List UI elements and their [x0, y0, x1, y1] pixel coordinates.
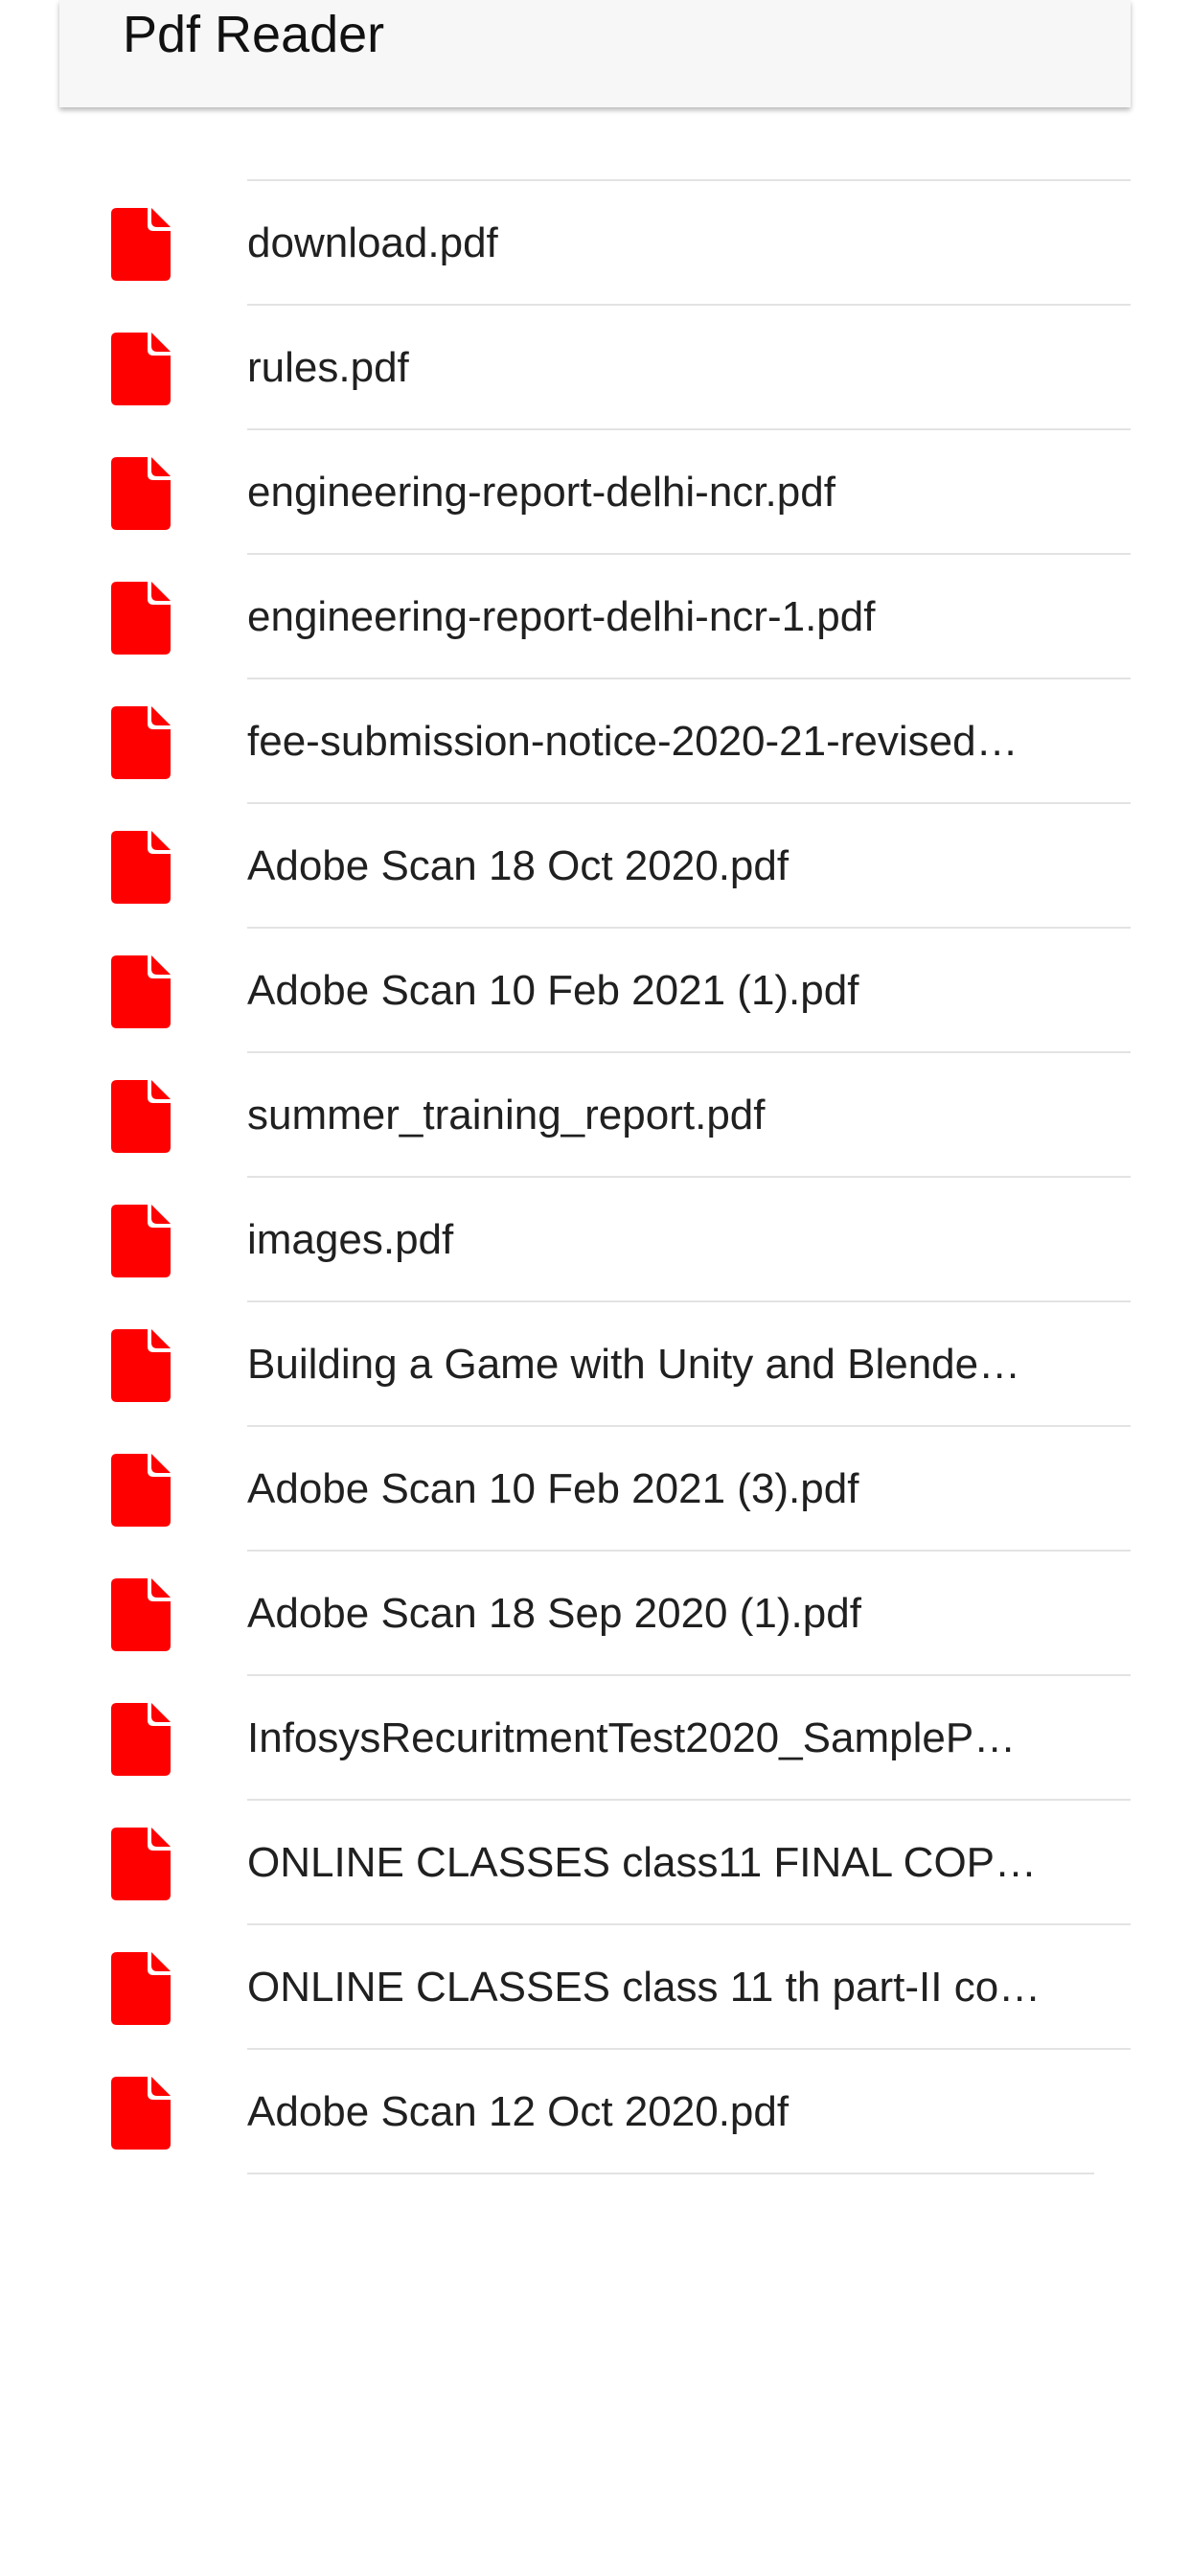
row-divider	[247, 2173, 1094, 2174]
file-name: engineering-report-delhi-ncr.pdf	[247, 469, 835, 516]
file-name: images.pdf	[247, 1216, 454, 1263]
file-name: Adobe Scan 12 Oct 2020.pdf	[247, 2088, 790, 2135]
file-list-item[interactable]: Adobe Scan 10 Feb 2021 (3).pdf	[59, 1427, 1131, 1552]
pdf-file-icon	[111, 1329, 171, 1402]
file-list-item[interactable]: Adobe Scan 10 Feb 2021 (1).pdf	[59, 929, 1131, 1053]
pdf-file-icon	[111, 582, 171, 655]
file-name: engineering-report-delhi-ncr-1.pdf	[247, 593, 876, 640]
file-name: Adobe Scan 10 Feb 2021 (1).pdf	[247, 967, 859, 1014]
file-name: Adobe Scan 18 Sep 2020 (1).pdf	[247, 1590, 861, 1637]
pdf-file-icon	[111, 955, 171, 1028]
pdf-file-icon	[111, 208, 171, 281]
pdf-file-icon	[111, 1080, 171, 1153]
app-title: Pdf Reader	[123, 6, 385, 63]
pdf-file-icon	[111, 1205, 171, 1277]
pdf-file-icon	[111, 1952, 171, 2025]
file-name: Building a Game with Unity and Blende…	[247, 1341, 1021, 1388]
pdf-file-icon	[111, 2077, 171, 2150]
file-name: Adobe Scan 18 Oct 2020.pdf	[247, 842, 790, 889]
pdf-file-icon	[111, 457, 171, 530]
pdf-reader-screen: Mayank Singh Sisnodiya.pdfdownload.pdfru…	[0, 0, 1190, 2576]
file-name: ONLINE CLASSES class11 FINAL COP…	[247, 1839, 1038, 1886]
file-list-item[interactable]: summer_training_report.pdf	[59, 1053, 1131, 1178]
file-name: summer_training_report.pdf	[247, 1092, 766, 1138]
pdf-file-icon	[111, 706, 171, 779]
file-list-item[interactable]: Adobe Scan 18 Sep 2020 (1).pdf	[59, 1552, 1131, 1676]
file-list-item[interactable]: ONLINE CLASSES class 11 th part-II co…	[59, 1925, 1131, 2050]
file-list-item[interactable]: download.pdf	[59, 181, 1131, 306]
pdf-file-icon	[111, 1578, 171, 1651]
file-name: download.pdf	[247, 219, 498, 266]
file-name: ONLINE CLASSES class 11 th part-II co…	[247, 1964, 1041, 2011]
file-name: fee-submission-notice-2020-21-revised…	[247, 718, 1018, 765]
file-list-item[interactable]: Building a Game with Unity and Blende…	[59, 1302, 1131, 1427]
file-list-item[interactable]: rules.pdf	[59, 306, 1131, 430]
file-name: InfosysRecuritmentTest2020_SampleP…	[247, 1714, 1017, 1761]
file-list-item[interactable]: InfosysRecuritmentTest2020_SampleP…	[59, 1676, 1131, 1801]
pdf-file-icon	[111, 831, 171, 904]
file-list-item[interactable]: ONLINE CLASSES class11 FINAL COP…	[59, 1801, 1131, 1925]
file-list-item[interactable]: fee-submission-notice-2020-21-revised…	[59, 679, 1131, 804]
file-name: rules.pdf	[247, 344, 409, 391]
pdf-file-icon	[111, 1703, 171, 1776]
pdf-file-icon	[111, 1454, 171, 1527]
app-bar: Pdf Reader	[59, 0, 1131, 107]
pdf-file-icon	[111, 333, 171, 405]
file-list-item[interactable]: images.pdf	[59, 1178, 1131, 1302]
file-name: Adobe Scan 10 Feb 2021 (3).pdf	[247, 1465, 859, 1512]
file-list: Mayank Singh Sisnodiya.pdfdownload.pdfru…	[59, 20, 1131, 2174]
pdf-file-icon	[111, 1828, 171, 1900]
file-list-item[interactable]: engineering-report-delhi-ncr.pdf	[59, 430, 1131, 555]
file-list-item[interactable]: Adobe Scan 18 Oct 2020.pdf	[59, 804, 1131, 929]
file-list-item[interactable]: Adobe Scan 12 Oct 2020.pdf	[59, 2050, 1131, 2174]
file-list-item[interactable]: engineering-report-delhi-ncr-1.pdf	[59, 555, 1131, 679]
